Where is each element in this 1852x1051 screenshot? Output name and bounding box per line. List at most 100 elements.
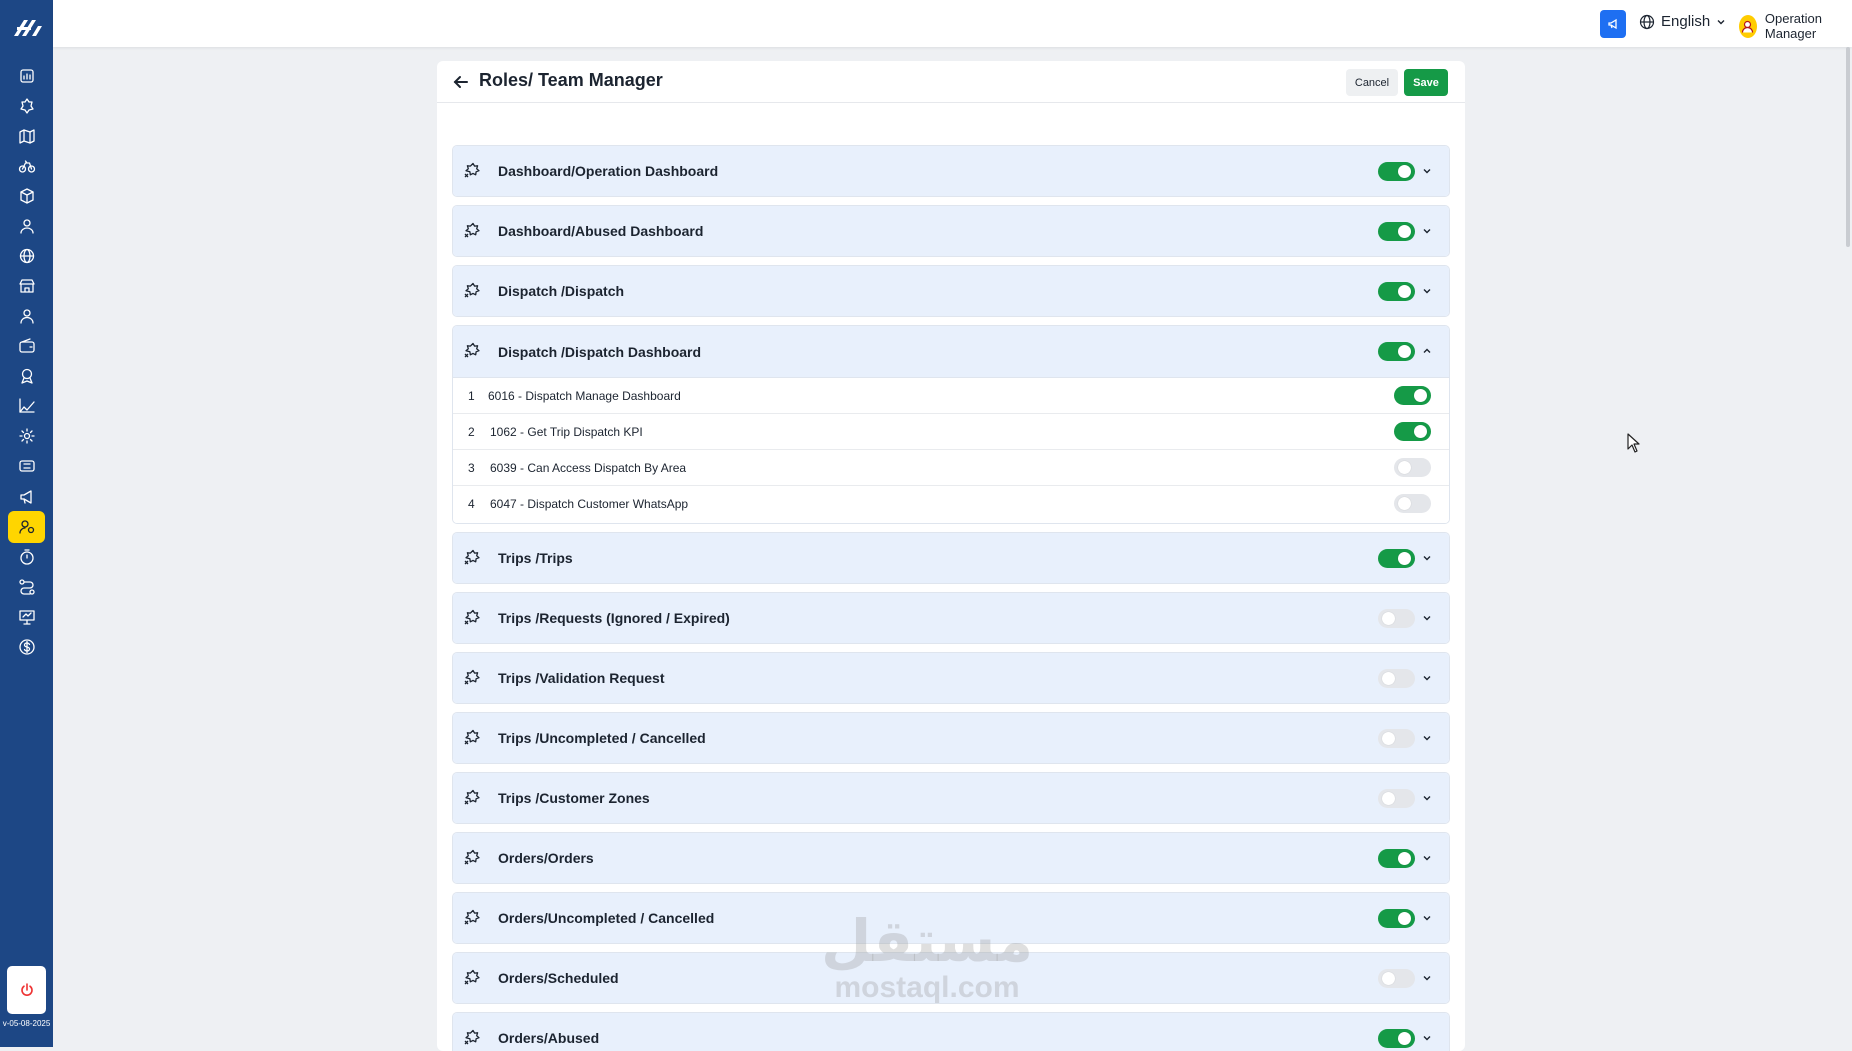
sidebar-item-bike[interactable] bbox=[8, 150, 45, 182]
permission-group-header[interactable]: Dashboard/Abused Dashboard bbox=[453, 206, 1449, 256]
box-icon bbox=[19, 188, 34, 204]
sidebar-item-dashboard[interactable] bbox=[8, 60, 45, 92]
sidebar-item-driver[interactable] bbox=[8, 210, 45, 242]
permission-item-label: 6047 - Dispatch Customer WhatsApp bbox=[490, 497, 689, 511]
user-menu[interactable]: Operation Manager bbox=[1739, 11, 1852, 41]
permission-item-toggle[interactable] bbox=[1394, 494, 1431, 513]
sidebar-item-dispatch[interactable] bbox=[8, 90, 45, 122]
permission-item-row: 2 1062 - Get Trip Dispatch KPI bbox=[453, 414, 1449, 450]
permission-group-title: Trips /Validation Request bbox=[498, 670, 665, 686]
sidebar-item-box[interactable] bbox=[8, 180, 45, 212]
permission-group-header[interactable]: Trips /Customer Zones bbox=[453, 773, 1449, 823]
back-arrow-icon[interactable] bbox=[451, 72, 471, 92]
chevron-down-icon[interactable] bbox=[1421, 732, 1433, 744]
permission-item-index: 3 bbox=[468, 461, 475, 475]
sidebar-item-roles[interactable] bbox=[8, 511, 45, 543]
permission-group-header[interactable]: Orders/Orders bbox=[453, 833, 1449, 883]
permission-item-toggle[interactable] bbox=[1394, 458, 1431, 477]
megaphone-icon bbox=[1608, 18, 1617, 30]
announcement-button[interactable] bbox=[1600, 10, 1626, 38]
toggle-knob bbox=[1382, 612, 1395, 625]
permission-group-header[interactable]: Dispatch /Dispatch Dashboard bbox=[453, 326, 1449, 378]
sidebar-item-chart[interactable] bbox=[8, 390, 45, 422]
sidebar-item-user[interactable] bbox=[8, 300, 45, 332]
permission-group-toggle[interactable] bbox=[1378, 282, 1415, 301]
permission-item-toggle[interactable] bbox=[1394, 422, 1431, 441]
toggle-knob bbox=[1382, 672, 1395, 685]
sidebar-item-settings[interactable] bbox=[8, 420, 45, 452]
sidebar-item-ticket[interactable] bbox=[8, 450, 45, 482]
permission-group-header[interactable]: Trips /Validation Request bbox=[453, 653, 1449, 703]
permission-group: Trips /Validation Request bbox=[452, 652, 1450, 704]
chevron-down-icon[interactable] bbox=[1421, 672, 1433, 684]
permission-group-header[interactable]: Trips /Requests (Ignored / Expired) bbox=[453, 593, 1449, 643]
permission-item-toggle[interactable] bbox=[1394, 386, 1431, 405]
permission-group-toggle[interactable] bbox=[1378, 549, 1415, 568]
chevron-down-icon[interactable] bbox=[1421, 225, 1433, 237]
permission-module-icon bbox=[464, 162, 480, 178]
permission-group-title: Trips /Uncompleted / Cancelled bbox=[498, 730, 706, 746]
version-label: v-05-08-2025 bbox=[2, 1019, 51, 1028]
store-icon bbox=[18, 279, 35, 293]
permission-group: Trips /Uncompleted / Cancelled bbox=[452, 712, 1450, 764]
permission-group-header[interactable]: Dashboard/Operation Dashboard bbox=[453, 146, 1449, 196]
chevron-down-icon[interactable] bbox=[1421, 612, 1433, 624]
permission-group-header[interactable]: Orders/Abused bbox=[453, 1013, 1449, 1051]
power-button[interactable] bbox=[7, 966, 46, 1014]
app-logo[interactable] bbox=[0, 0, 53, 55]
sidebar-item-megaphone[interactable] bbox=[8, 481, 45, 513]
chevron-down-icon[interactable] bbox=[1421, 1032, 1433, 1044]
permission-group-title: Dashboard/Abused Dashboard bbox=[498, 223, 704, 239]
chevron-down-icon[interactable] bbox=[1421, 852, 1433, 864]
toggle-knob bbox=[1398, 552, 1411, 565]
dispatch-icon bbox=[19, 98, 34, 114]
permission-group-toggle[interactable] bbox=[1378, 342, 1415, 361]
permission-group-toggle[interactable] bbox=[1378, 729, 1415, 748]
sidebar-item-presentation[interactable] bbox=[8, 601, 45, 633]
permission-group-header[interactable]: Orders/Uncompleted / Cancelled bbox=[453, 893, 1449, 943]
permission-group-header[interactable]: Orders/Scheduled bbox=[453, 953, 1449, 1003]
permission-module-icon bbox=[464, 909, 480, 925]
language-selector[interactable]: English bbox=[1639, 13, 1726, 30]
avatar bbox=[1739, 14, 1757, 38]
permission-group-title: Trips /Customer Zones bbox=[498, 790, 650, 806]
chevron-down-icon[interactable] bbox=[1421, 165, 1433, 177]
chevron-down-icon[interactable] bbox=[1421, 552, 1433, 564]
presentation-icon bbox=[18, 610, 35, 625]
permission-group-toggle[interactable] bbox=[1378, 222, 1415, 241]
permission-group-toggle[interactable] bbox=[1378, 609, 1415, 628]
permission-group-header[interactable]: Trips /Trips bbox=[453, 533, 1449, 583]
sidebar-item-globe[interactable] bbox=[8, 240, 45, 272]
sidebar-item-timer[interactable] bbox=[8, 541, 45, 573]
permission-group-header[interactable]: Dispatch /Dispatch bbox=[453, 266, 1449, 316]
chevron-down-icon bbox=[1717, 19, 1725, 24]
sidebar-item-dollar[interactable] bbox=[8, 631, 45, 663]
permission-group-toggle[interactable] bbox=[1378, 969, 1415, 988]
chevron-down-icon[interactable] bbox=[1421, 972, 1433, 984]
save-button[interactable]: Save bbox=[1404, 69, 1448, 96]
sidebar-item-map[interactable] bbox=[8, 120, 45, 152]
page-scrollbar[interactable] bbox=[1846, 47, 1850, 247]
sidebar-item-store[interactable] bbox=[8, 270, 45, 302]
permission-item-index: 2 bbox=[468, 425, 475, 439]
cancel-button[interactable]: Cancel bbox=[1346, 69, 1398, 96]
permission-group-toggle[interactable] bbox=[1378, 849, 1415, 868]
page-title: Roles/ Team Manager bbox=[479, 70, 663, 90]
sidebar-item-award[interactable] bbox=[8, 360, 45, 392]
toggle-knob bbox=[1414, 425, 1427, 438]
permission-module-icon bbox=[464, 1029, 480, 1045]
permission-group-toggle[interactable] bbox=[1378, 1029, 1415, 1048]
chevron-down-icon[interactable] bbox=[1421, 912, 1433, 924]
language-label: English bbox=[1661, 13, 1711, 30]
sidebar-item-route[interactable] bbox=[8, 571, 45, 603]
permission-group-toggle[interactable] bbox=[1378, 162, 1415, 181]
chevron-up-icon[interactable] bbox=[1421, 345, 1433, 357]
chevron-down-icon[interactable] bbox=[1421, 792, 1433, 804]
sidebar-item-wallet[interactable] bbox=[8, 330, 45, 362]
chevron-down-icon[interactable] bbox=[1421, 285, 1433, 297]
permission-group-header[interactable]: Trips /Uncompleted / Cancelled bbox=[453, 713, 1449, 763]
permission-group-toggle[interactable] bbox=[1378, 909, 1415, 928]
permission-group-toggle[interactable] bbox=[1378, 789, 1415, 808]
toggle-knob bbox=[1398, 285, 1411, 298]
permission-group-toggle[interactable] bbox=[1378, 669, 1415, 688]
